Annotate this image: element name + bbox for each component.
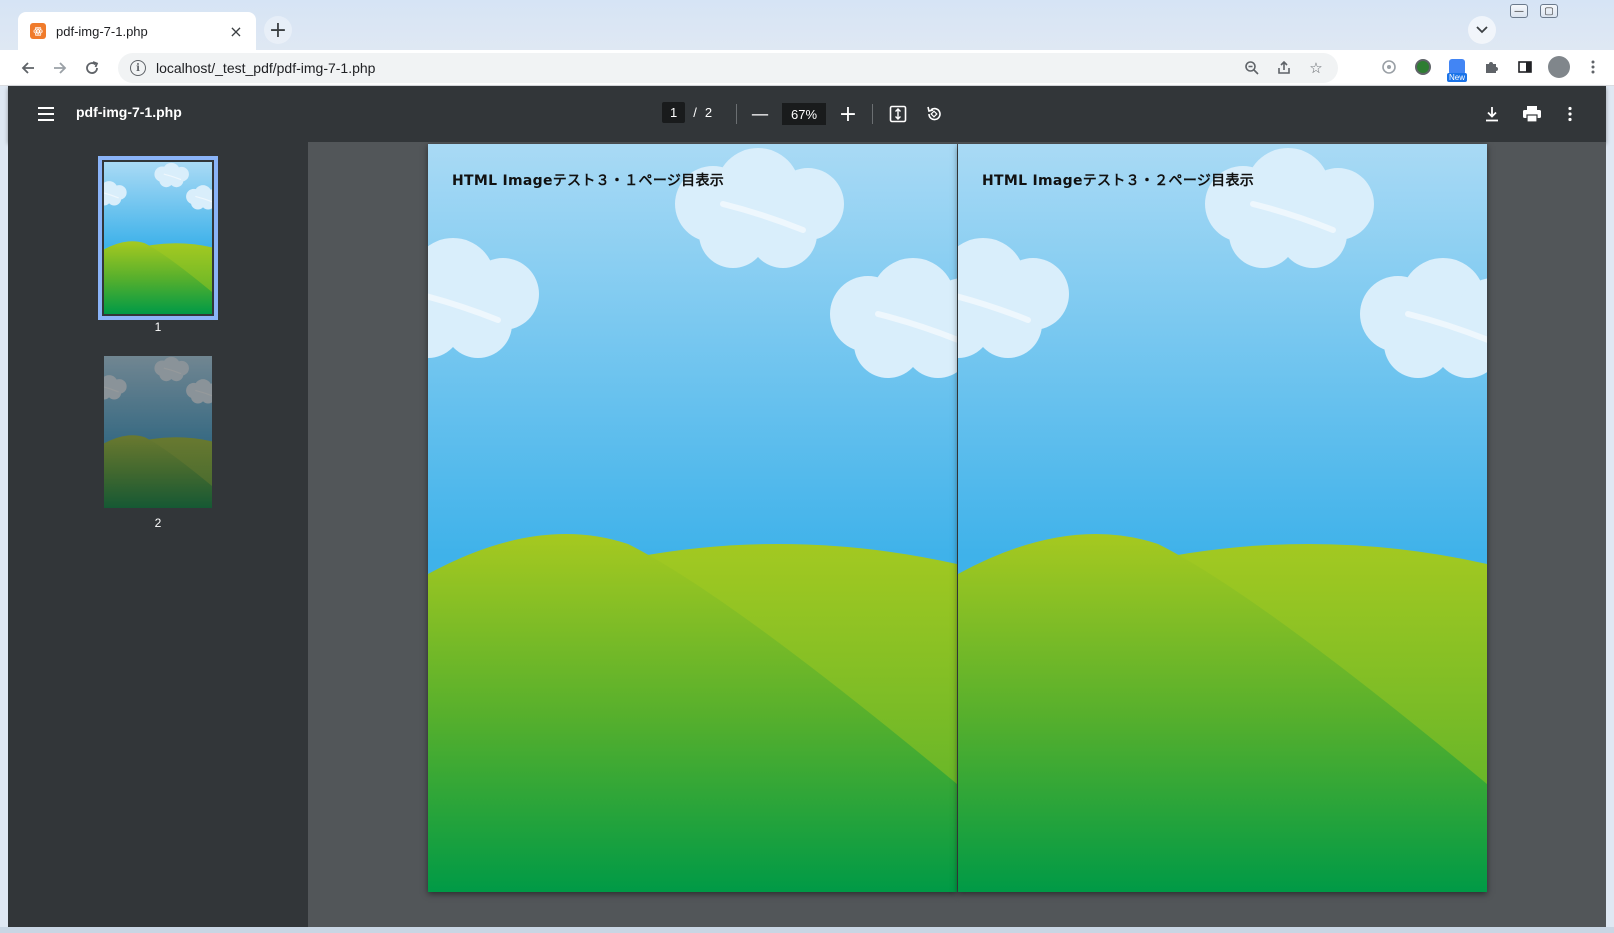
minimize-icon: — — [1510, 4, 1528, 18]
printer-icon — [1523, 106, 1541, 123]
maximize-icon: ▢ — [1540, 4, 1558, 18]
page-selector: 1 / 2 — [662, 102, 712, 123]
pdf-toolbar: pdf-img-7-1.php 1 / 2 — 67% + — [8, 86, 1606, 142]
share-icon[interactable] — [1272, 56, 1296, 80]
download-button[interactable] — [1478, 100, 1506, 128]
pdf-page-2: HTML Imageテスト３・２ページ目表示 — [958, 144, 1487, 892]
rotate-button[interactable] — [920, 100, 948, 128]
pdf-document-title: pdf-img-7-1.php — [76, 104, 182, 120]
pdf-page-1: HTML Imageテスト３・１ページ目表示 — [428, 144, 957, 892]
window-border-left — [0, 86, 8, 933]
thumbnail-landscape-image — [104, 356, 212, 508]
tab-title: pdf-img-7-1.php — [56, 23, 148, 39]
pdf-document-canvas[interactable]: HTML Imageテスト３・１ページ目表示 HTML Imageテスト３・２ペ… — [308, 142, 1606, 927]
thumbnail-label: 1 — [154, 320, 162, 334]
xampp-favicon-icon: ꙮ — [30, 23, 46, 39]
landscape-background-image — [428, 144, 957, 892]
forward-button[interactable] — [46, 54, 74, 82]
fit-page-icon — [889, 105, 907, 123]
pdf-sidebar-menu-icon[interactable] — [32, 100, 60, 128]
extension-new-icon[interactable]: New — [1444, 54, 1470, 82]
pdf-more-kebab-icon[interactable] — [1556, 100, 1584, 128]
new-tab-button[interactable]: + — [264, 16, 292, 44]
thumbnail-label: 2 — [154, 516, 162, 530]
chrome-menu-kebab-icon[interactable] — [1580, 54, 1606, 80]
profile-avatar[interactable] — [1546, 54, 1572, 80]
back-button[interactable] — [14, 54, 42, 82]
browser-toolbar: i localhost/_test_pdf/pdf-img-7-1.php ☆ … — [0, 50, 1614, 86]
browser-window: ꙮ pdf-img-7-1.php × + — ▢ i localhost/_t… — [0, 0, 1614, 933]
rotate-counterclockwise-icon — [927, 106, 941, 121]
page-thumbnail-1[interactable] — [98, 156, 218, 320]
bookmark-star-icon[interactable]: ☆ — [1304, 56, 1328, 80]
download-icon — [1486, 107, 1498, 122]
extension-copilot-icon[interactable] — [1376, 54, 1402, 80]
url-text: localhost/_test_pdf/pdf-img-7-1.php — [156, 60, 376, 76]
new-badge: New — [1446, 73, 1467, 82]
tab-search-chevron-icon[interactable] — [1468, 16, 1496, 44]
landscape-background-image — [958, 144, 1487, 892]
page-thumbnail-2[interactable] — [104, 356, 212, 508]
back-arrow-icon — [21, 62, 34, 74]
window-border-right — [1606, 86, 1614, 933]
toolbar-divider — [736, 104, 737, 124]
reload-button[interactable] — [78, 54, 106, 82]
page-heading: HTML Imageテスト３・２ページ目表示 — [982, 173, 1255, 189]
extensions-puzzle-icon[interactable] — [1478, 54, 1504, 80]
page-separator: / — [693, 105, 697, 120]
page-heading: HTML Imageテスト３・１ページ目表示 — [452, 173, 725, 189]
site-info-icon[interactable]: i — [130, 60, 146, 76]
forward-arrow-icon — [54, 62, 67, 74]
toolbar-divider — [872, 104, 873, 124]
total-pages: 2 — [704, 105, 713, 120]
zoom-in-button[interactable]: + — [834, 100, 862, 128]
window-border-bottom — [0, 927, 1614, 933]
minimize-button[interactable]: — — [1504, 0, 1534, 22]
thumbnail-sidebar: 1 2 — [8, 142, 308, 927]
zoom-out-button[interactable]: — — [746, 100, 774, 128]
tab-close-icon[interactable]: × — [226, 21, 246, 41]
browser-tab[interactable]: ꙮ pdf-img-7-1.php × — [18, 12, 256, 50]
maximize-button[interactable]: ▢ — [1534, 0, 1564, 22]
reload-icon — [86, 61, 99, 74]
extension-green-dot-icon[interactable] — [1410, 54, 1436, 80]
zoom-magnifier-icon[interactable] — [1240, 56, 1264, 80]
current-page-input[interactable]: 1 — [662, 102, 686, 123]
fit-to-page-button[interactable] — [884, 100, 912, 128]
zoom-level-input[interactable]: 67% — [782, 103, 826, 125]
thumbnail-landscape-image — [104, 162, 212, 314]
side-panel-icon[interactable] — [1512, 54, 1538, 80]
address-bar[interactable]: i localhost/_test_pdf/pdf-img-7-1.php ☆ — [118, 53, 1338, 83]
tab-strip: ꙮ pdf-img-7-1.php × + — ▢ — [0, 0, 1614, 50]
print-button[interactable] — [1518, 100, 1546, 128]
